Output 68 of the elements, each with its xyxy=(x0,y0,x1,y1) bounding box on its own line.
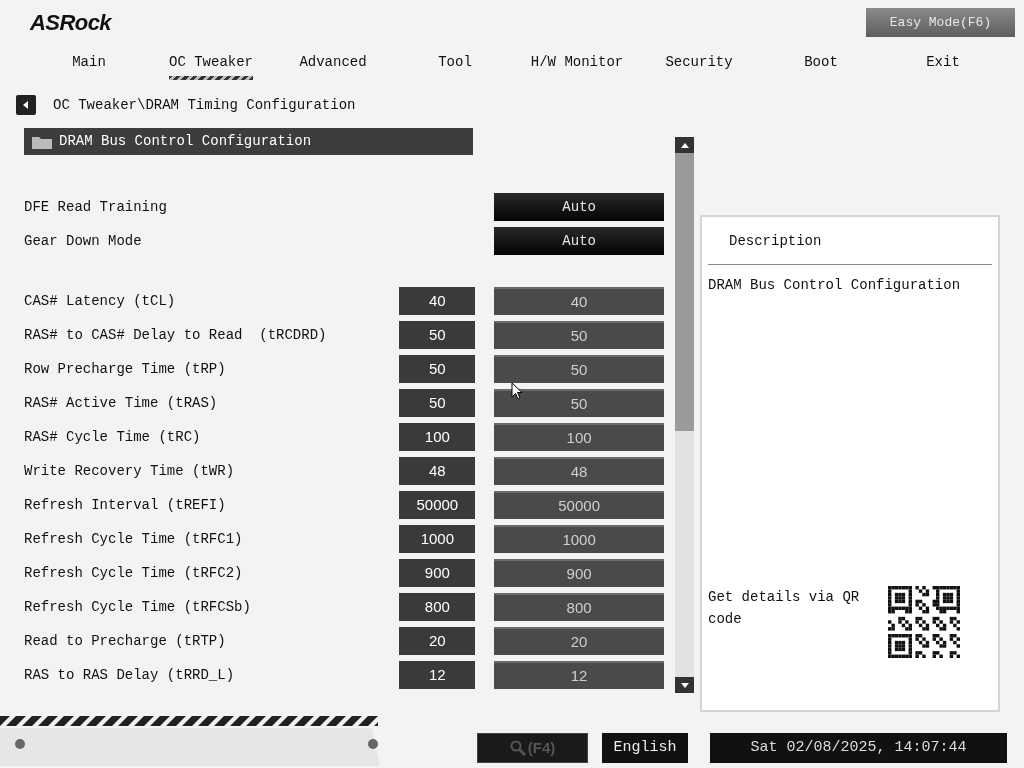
setting-label: CAS# Latency (tCL) xyxy=(24,291,177,311)
value-field[interactable]: 50000 xyxy=(494,491,664,519)
qr-code-icon xyxy=(888,586,960,658)
value-field[interactable]: 100 xyxy=(494,423,664,451)
setting-label: Refresh Cycle Time (tRFC2) xyxy=(24,563,244,583)
current-value: 50 xyxy=(399,355,476,383)
current-value: 40 xyxy=(399,287,476,315)
current-value: 50 xyxy=(399,321,476,349)
nav-tab[interactable]: Security xyxy=(638,45,760,82)
search-icon xyxy=(509,740,526,756)
nav-tab[interactable]: H/W Monitor xyxy=(516,45,638,82)
language-button[interactable]: English xyxy=(602,733,688,763)
nav-tab[interactable]: Advanced xyxy=(272,45,394,82)
easy-mode-button[interactable]: Easy Mode(F6) xyxy=(866,8,1015,37)
setting-label: Refresh Interval (tREFI) xyxy=(24,495,227,515)
value-field[interactable]: 40 xyxy=(494,287,664,315)
current-value: 50 xyxy=(399,389,476,417)
scrollbar-track[interactable] xyxy=(675,137,694,693)
value-field[interactable]: 50 xyxy=(494,355,664,383)
back-button[interactable] xyxy=(16,95,36,115)
current-value: 800 xyxy=(399,593,476,621)
up-triangle-icon xyxy=(680,142,689,148)
nav-tab[interactable]: Boot xyxy=(760,45,882,82)
option-dropdown[interactable]: Auto xyxy=(494,193,664,221)
back-arrow-icon xyxy=(21,100,31,110)
mouse-cursor-icon xyxy=(511,382,523,400)
current-value: 50000 xyxy=(399,491,476,519)
scrollbar-thumb[interactable] xyxy=(675,153,694,431)
current-value: 48 xyxy=(399,457,476,485)
folder-icon xyxy=(32,134,52,149)
setting-label: DFE Read Training xyxy=(24,197,168,217)
brand-logo: ASRock xyxy=(30,9,112,37)
value-field[interactable]: 1000 xyxy=(494,525,664,553)
scroll-up-button[interactable] xyxy=(675,137,694,153)
nav-tab[interactable]: Main xyxy=(28,45,150,82)
description-text: DRAM Bus Control Configuration xyxy=(708,276,962,295)
setting-label: Refresh Cycle Time (tRFCSb) xyxy=(24,597,252,617)
description-heading: Description xyxy=(708,217,992,265)
setting-label: Row Precharge Time (tRP) xyxy=(24,359,227,379)
scroll-down-button[interactable] xyxy=(675,677,694,693)
nav-tab[interactable]: Exit xyxy=(882,45,1004,82)
setting-label: RAS# Active Time (tRAS) xyxy=(24,393,219,413)
nav-tab[interactable]: Tool xyxy=(394,45,516,82)
setting-label: Read to Precharge (tRTP) xyxy=(24,631,227,651)
qr-hint: Get details via QR code xyxy=(708,588,861,629)
value-field[interactable]: 900 xyxy=(494,559,664,587)
current-value: 900 xyxy=(399,559,476,587)
value-field[interactable]: 20 xyxy=(494,627,664,655)
setting-label: RAS# Cycle Time (tRC) xyxy=(24,427,202,447)
setting-label: Gear Down Mode xyxy=(24,231,143,251)
current-value: 20 xyxy=(399,627,476,655)
value-field[interactable]: 48 xyxy=(494,457,664,485)
setting-label: RAS to RAS Delay (tRRD_L) xyxy=(24,665,236,685)
section-header[interactable]: DRAM Bus Control Configuration xyxy=(24,128,473,155)
datetime-display: Sat 02/08/2025, 14:07:44 xyxy=(710,733,1007,763)
breadcrumb: OC Tweaker\DRAM Timing Configuration xyxy=(53,95,356,115)
setting-label: Refresh Cycle Time (tRFC1) xyxy=(24,529,244,549)
current-value: 1000 xyxy=(399,525,476,553)
current-value: 100 xyxy=(399,423,476,451)
setting-label: Write Recovery Time (tWR) xyxy=(24,461,236,481)
value-field[interactable]: 50 xyxy=(494,321,664,349)
value-field[interactable]: 50 xyxy=(494,389,664,417)
value-field[interactable]: 12 xyxy=(494,661,664,689)
value-field[interactable]: 800 xyxy=(494,593,664,621)
setting-label: RAS# to CAS# Delay to Read (tRCDRD) xyxy=(24,325,328,345)
down-triangle-icon xyxy=(680,682,689,688)
option-dropdown[interactable]: Auto xyxy=(494,227,664,255)
current-value: 12 xyxy=(399,661,476,689)
